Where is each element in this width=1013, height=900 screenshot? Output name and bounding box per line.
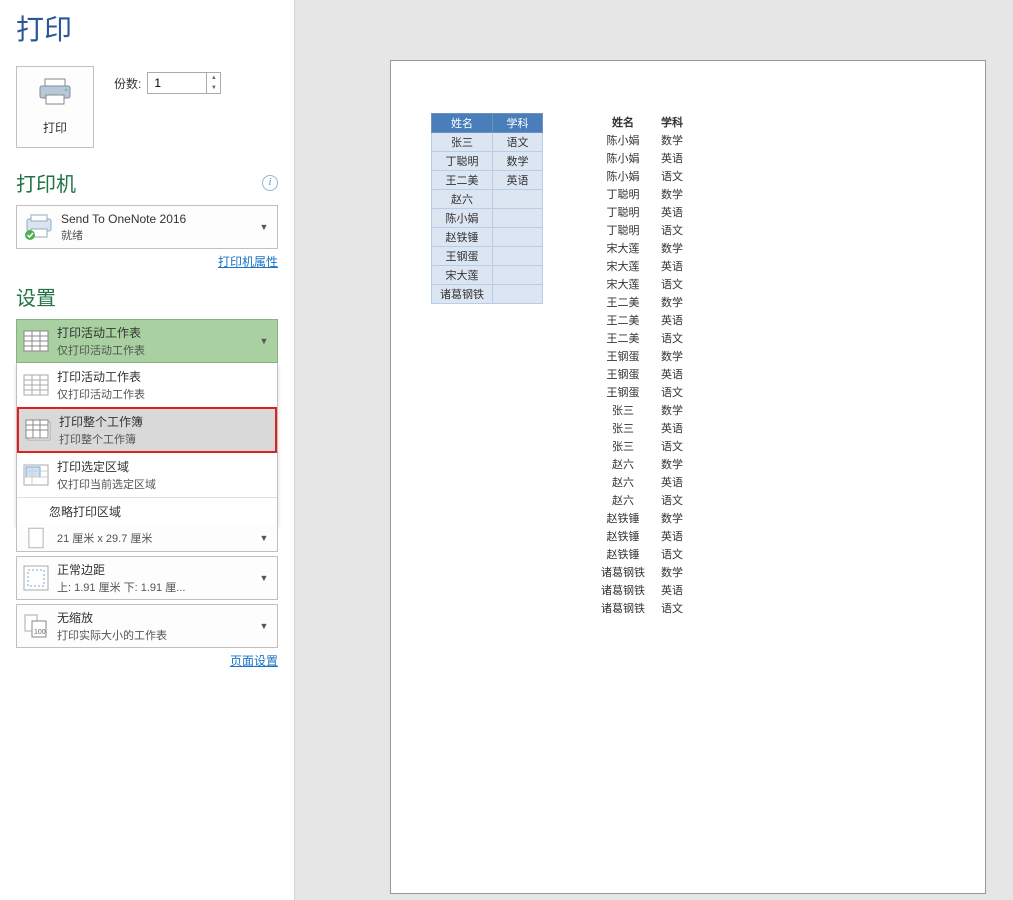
scope-option-active-sheet[interactable]: 打印活动工作表 仅打印活动工作表	[17, 363, 277, 407]
table-row: 王二美英语	[432, 171, 543, 190]
table-row: 张三数学	[593, 401, 691, 419]
print-scope-selector[interactable]: 打印活动工作表 仅打印活动工作表 ▼	[16, 319, 278, 363]
chevron-down-icon: ▼	[257, 621, 271, 631]
table-row: 诸葛钢铁数学	[593, 563, 691, 581]
ignore-print-area-option[interactable]: 忽略打印区域	[17, 497, 277, 525]
worksheet-icon	[23, 374, 49, 396]
workbook-icon	[25, 419, 51, 441]
table-row: 赵铁锤语文	[593, 545, 691, 563]
copies-label: 份数:	[114, 75, 141, 92]
print-button-label: 打印	[43, 119, 67, 136]
table-row: 陈小娟英语	[593, 149, 691, 167]
print-button[interactable]: 打印	[16, 66, 94, 148]
table-row: 宋大莲语文	[593, 275, 691, 293]
scope-option-selection[interactable]: 打印选定区域 仅打印当前选定区域	[17, 453, 277, 497]
margins-selector[interactable]: 正常边距 上: 1.91 厘米 下: 1.91 厘... ▼	[16, 556, 278, 600]
table-row: 赵六英语	[593, 473, 691, 491]
table-row: 宋大莲英语	[593, 257, 691, 275]
chevron-down-icon: ▼	[257, 222, 271, 232]
table-row: 王钢蛋	[432, 247, 543, 266]
chevron-down-icon: ▼	[257, 533, 271, 543]
table-row: 丁聪明数学	[593, 185, 691, 203]
info-icon[interactable]: i	[262, 175, 278, 191]
table-row: 赵六数学	[593, 455, 691, 473]
table-row: 王二美英语	[593, 311, 691, 329]
settings-heading: 设置	[16, 282, 56, 311]
table-row: 陈小娟数学	[593, 131, 691, 149]
table-row: 张三语文	[432, 133, 543, 152]
table-row: 张三语文	[593, 437, 691, 455]
table-row: 宋大莲数学	[593, 239, 691, 257]
table-row: 赵铁锤英语	[593, 527, 691, 545]
scope-title: 打印活动工作表	[57, 324, 257, 341]
table-row: 赵铁锤数学	[593, 509, 691, 527]
table-row: 陈小娟语文	[593, 167, 691, 185]
print-preview-area: 姓名学科 张三语文丁聪明数学王二美英语赵六陈小娟赵铁锤王钢蛋宋大莲诸葛钢铁 姓名…	[295, 0, 1013, 900]
table-row: 赵铁锤	[432, 228, 543, 247]
printer-name: Send To OneNote 2016	[61, 212, 257, 226]
page-icon	[23, 527, 49, 549]
scaling-selector[interactable]: 100 无缩放 打印实际大小的工作表 ▼	[16, 604, 278, 648]
preview-table-left: 姓名学科 张三语文丁聪明数学王二美英语赵六陈小娟赵铁锤王钢蛋宋大莲诸葛钢铁	[431, 113, 543, 304]
worksheet-icon	[23, 330, 49, 352]
table-row: 诸葛钢铁英语	[593, 581, 691, 599]
table-row: 诸葛钢铁语文	[593, 599, 691, 617]
table-row: 诸葛钢铁	[432, 285, 543, 304]
svg-text:100: 100	[34, 629, 46, 636]
table-row: 赵六	[432, 190, 543, 209]
table-row: 张三英语	[593, 419, 691, 437]
table-row: 陈小娟	[432, 209, 543, 228]
copies-spinner-down[interactable]: ▼	[207, 83, 220, 93]
printer-heading: 打印机	[16, 168, 76, 197]
print-scope-dropdown: 打印活动工作表 仅打印活动工作表 打印整个工作簿 打印整个工作簿 打印选定区	[16, 363, 278, 526]
paper-size-selector-partial[interactable]: 21 厘米 x 29.7 厘米 ▼	[16, 524, 278, 552]
table-row: 丁聪明数学	[432, 152, 543, 171]
printer-status: 就绪	[61, 227, 257, 243]
preview-table-right: 姓名学科 陈小娟数学陈小娟英语陈小娟语文丁聪明数学丁聪明英语丁聪明语文宋大莲数学…	[593, 113, 691, 617]
table-row: 王钢蛋英语	[593, 365, 691, 383]
printer-selector[interactable]: Send To OneNote 2016 就绪 ▼	[16, 205, 278, 249]
table-row: 王钢蛋语文	[593, 383, 691, 401]
copies-spinner-up[interactable]: ▲	[207, 73, 220, 83]
scope-sub: 仅打印活动工作表	[57, 342, 257, 358]
page-title: 打印	[16, 8, 278, 48]
page-setup-link[interactable]: 页面设置	[230, 654, 278, 668]
chevron-down-icon: ▼	[257, 573, 271, 583]
margins-icon	[23, 565, 49, 591]
table-row: 王二美数学	[593, 293, 691, 311]
scaling-icon: 100	[23, 613, 49, 639]
printer-icon	[38, 78, 72, 109]
table-row: 赵六语文	[593, 491, 691, 509]
table-row: 王钢蛋数学	[593, 347, 691, 365]
preview-page: 姓名学科 张三语文丁聪明数学王二美英语赵六陈小娟赵铁锤王钢蛋宋大莲诸葛钢铁 姓名…	[390, 60, 986, 894]
table-row: 丁聪明英语	[593, 203, 691, 221]
selection-icon	[23, 464, 49, 486]
table-row: 丁聪明语文	[593, 221, 691, 239]
printer-properties-link[interactable]: 打印机属性	[218, 255, 278, 269]
table-row: 王二美语文	[593, 329, 691, 347]
chevron-down-icon: ▼	[257, 336, 271, 346]
table-row: 宋大莲	[432, 266, 543, 285]
scope-option-entire-workbook[interactable]: 打印整个工作簿 打印整个工作簿	[17, 407, 277, 453]
copies-input[interactable]	[148, 73, 206, 93]
printer-device-icon	[23, 213, 55, 241]
